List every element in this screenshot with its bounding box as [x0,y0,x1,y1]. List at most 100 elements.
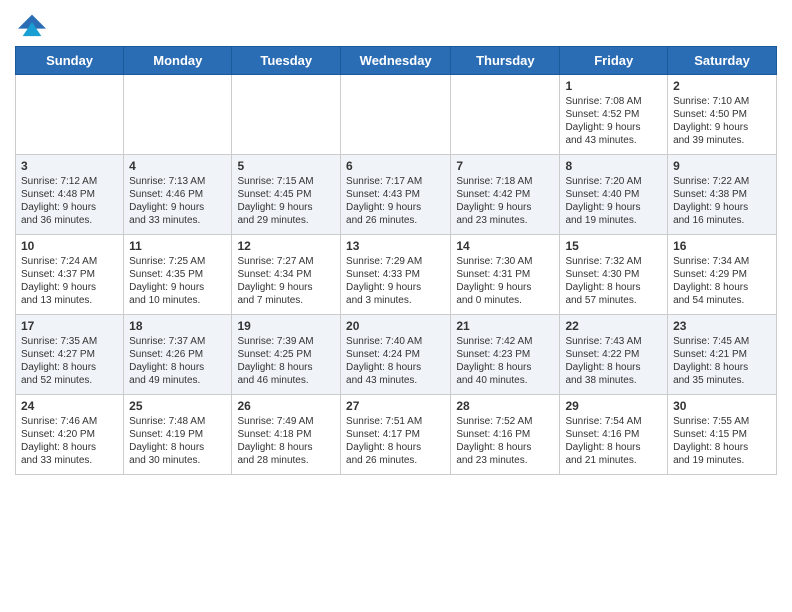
calendar-day-cell: 13 Sunrise: 7:29 AM Sunset: 4:33 PM Dayli… [341,235,451,315]
calendar-week-row: 10 Sunrise: 7:24 AM Sunset: 4:37 PM Dayli… [16,235,777,315]
calendar-header-wednesday: Wednesday [341,47,451,75]
calendar-day-cell: 28 Sunrise: 7:52 AM Sunset: 4:16 PM Dayli… [451,395,560,475]
day-info: Sunrise: 7:18 AM Sunset: 4:42 PM Dayligh… [456,175,554,227]
day-number: 19 [237,319,335,333]
calendar-day-cell: 25 Sunrise: 7:48 AM Sunset: 4:19 PM Dayli… [124,395,232,475]
calendar-day-cell: 3 Sunrise: 7:12 AM Sunset: 4:48 PM Daylig… [16,155,124,235]
day-number: 4 [129,159,226,173]
day-info: Sunrise: 7:24 AM Sunset: 4:37 PM Dayligh… [21,255,118,307]
calendar-day-cell: 27 Sunrise: 7:51 AM Sunset: 4:17 PM Dayli… [341,395,451,475]
day-number: 1 [565,79,662,93]
day-number: 23 [673,319,771,333]
calendar-day-cell: 1 Sunrise: 7:08 AM Sunset: 4:52 PM Daylig… [560,75,668,155]
day-number: 12 [237,239,335,253]
day-info: Sunrise: 7:40 AM Sunset: 4:24 PM Dayligh… [346,335,445,387]
day-number: 6 [346,159,445,173]
day-info: Sunrise: 7:13 AM Sunset: 4:46 PM Dayligh… [129,175,226,227]
calendar-day-cell: 11 Sunrise: 7:25 AM Sunset: 4:35 PM Dayli… [124,235,232,315]
day-number: 18 [129,319,226,333]
calendar-week-row: 1 Sunrise: 7:08 AM Sunset: 4:52 PM Daylig… [16,75,777,155]
calendar-day-cell: 5 Sunrise: 7:15 AM Sunset: 4:45 PM Daylig… [232,155,341,235]
day-number: 30 [673,399,771,413]
calendar-week-row: 24 Sunrise: 7:46 AM Sunset: 4:20 PM Dayli… [16,395,777,475]
day-info: Sunrise: 7:51 AM Sunset: 4:17 PM Dayligh… [346,415,445,467]
logo [15,10,46,38]
day-info: Sunrise: 7:45 AM Sunset: 4:21 PM Dayligh… [673,335,771,387]
day-number: 27 [346,399,445,413]
day-number: 15 [565,239,662,253]
calendar-day-cell: 15 Sunrise: 7:32 AM Sunset: 4:30 PM Dayli… [560,235,668,315]
day-info: Sunrise: 7:25 AM Sunset: 4:35 PM Dayligh… [129,255,226,307]
day-number: 9 [673,159,771,173]
calendar-day-cell: 19 Sunrise: 7:39 AM Sunset: 4:25 PM Dayli… [232,315,341,395]
day-info: Sunrise: 7:46 AM Sunset: 4:20 PM Dayligh… [21,415,118,467]
day-number: 22 [565,319,662,333]
calendar-day-cell: 17Sunrise: 7:35 AM Sunset: 4:27 PM Dayli… [16,315,124,395]
calendar-day-cell: 6 Sunrise: 7:17 AM Sunset: 4:43 PM Daylig… [341,155,451,235]
day-info: Sunrise: 7:10 AM Sunset: 4:50 PM Dayligh… [673,95,771,147]
day-number: 28 [456,399,554,413]
calendar-day-cell: 9Sunrise: 7:22 AM Sunset: 4:38 PM Daylig… [668,155,777,235]
day-info: Sunrise: 7:52 AM Sunset: 4:16 PM Dayligh… [456,415,554,467]
day-number: 10 [21,239,118,253]
day-info: Sunrise: 7:34 AM Sunset: 4:29 PM Dayligh… [673,255,771,307]
calendar-day-cell: 18 Sunrise: 7:37 AM Sunset: 4:26 PM Dayli… [124,315,232,395]
day-info: Sunrise: 7:49 AM Sunset: 4:18 PM Dayligh… [237,415,335,467]
day-info: Sunrise: 7:54 AM Sunset: 4:16 PM Dayligh… [565,415,662,467]
day-number: 11 [129,239,226,253]
calendar-day-cell: 21 Sunrise: 7:42 AM Sunset: 4:23 PM Dayli… [451,315,560,395]
calendar-week-row: 3 Sunrise: 7:12 AM Sunset: 4:48 PM Daylig… [16,155,777,235]
calendar-day-cell: 7 Sunrise: 7:18 AM Sunset: 4:42 PM Daylig… [451,155,560,235]
day-number: 21 [456,319,554,333]
day-number: 8 [565,159,662,173]
logo-icon [18,10,46,38]
calendar-week-row: 17Sunrise: 7:35 AM Sunset: 4:27 PM Dayli… [16,315,777,395]
day-number: 24 [21,399,118,413]
day-info: Sunrise: 7:12 AM Sunset: 4:48 PM Dayligh… [21,175,118,227]
day-number: 16 [673,239,771,253]
day-info: Sunrise: 7:29 AM Sunset: 4:33 PM Dayligh… [346,255,445,307]
calendar-table: SundayMondayTuesdayWednesdayThursdayFrid… [15,46,777,475]
calendar-day-cell: 22Sunrise: 7:43 AM Sunset: 4:22 PM Dayli… [560,315,668,395]
day-info: Sunrise: 7:15 AM Sunset: 4:45 PM Dayligh… [237,175,335,227]
day-number: 7 [456,159,554,173]
calendar-day-cell: 12Sunrise: 7:27 AM Sunset: 4:34 PM Dayli… [232,235,341,315]
calendar-header-saturday: Saturday [668,47,777,75]
calendar-day-cell: 29Sunrise: 7:54 AM Sunset: 4:16 PM Dayli… [560,395,668,475]
header [15,10,777,38]
calendar-header-row: SundayMondayTuesdayWednesdayThursdayFrid… [16,47,777,75]
day-number: 5 [237,159,335,173]
day-info: Sunrise: 7:48 AM Sunset: 4:19 PM Dayligh… [129,415,226,467]
day-info: Sunrise: 7:37 AM Sunset: 4:26 PM Dayligh… [129,335,226,387]
day-info: Sunrise: 7:32 AM Sunset: 4:30 PM Dayligh… [565,255,662,307]
calendar-day-cell [124,75,232,155]
calendar-day-cell [451,75,560,155]
day-info: Sunrise: 7:30 AM Sunset: 4:31 PM Dayligh… [456,255,554,307]
calendar-day-cell: 23 Sunrise: 7:45 AM Sunset: 4:21 PM Dayli… [668,315,777,395]
page: SundayMondayTuesdayWednesdayThursdayFrid… [0,0,792,612]
calendar-day-cell: 8 Sunrise: 7:20 AM Sunset: 4:40 PM Daylig… [560,155,668,235]
calendar-day-cell [16,75,124,155]
day-number: 3 [21,159,118,173]
day-info: Sunrise: 7:42 AM Sunset: 4:23 PM Dayligh… [456,335,554,387]
day-info: Sunrise: 7:39 AM Sunset: 4:25 PM Dayligh… [237,335,335,387]
calendar-day-cell: 24 Sunrise: 7:46 AM Sunset: 4:20 PM Dayli… [16,395,124,475]
day-info: Sunrise: 7:55 AM Sunset: 4:15 PM Dayligh… [673,415,771,467]
day-number: 2 [673,79,771,93]
day-number: 20 [346,319,445,333]
calendar-header-tuesday: Tuesday [232,47,341,75]
calendar-day-cell: 14Sunrise: 7:30 AM Sunset: 4:31 PM Dayli… [451,235,560,315]
calendar-header-friday: Friday [560,47,668,75]
calendar-day-cell [341,75,451,155]
day-info: Sunrise: 7:20 AM Sunset: 4:40 PM Dayligh… [565,175,662,227]
calendar-header-sunday: Sunday [16,47,124,75]
calendar-day-cell: 2 Sunrise: 7:10 AM Sunset: 4:50 PM Daylig… [668,75,777,155]
day-info: Sunrise: 7:17 AM Sunset: 4:43 PM Dayligh… [346,175,445,227]
calendar-day-cell: 26Sunrise: 7:49 AM Sunset: 4:18 PM Dayli… [232,395,341,475]
day-number: 13 [346,239,445,253]
day-number: 17 [21,319,118,333]
calendar-day-cell [232,75,341,155]
day-info: Sunrise: 7:08 AM Sunset: 4:52 PM Dayligh… [565,95,662,147]
calendar-day-cell: 10 Sunrise: 7:24 AM Sunset: 4:37 PM Dayli… [16,235,124,315]
day-number: 25 [129,399,226,413]
